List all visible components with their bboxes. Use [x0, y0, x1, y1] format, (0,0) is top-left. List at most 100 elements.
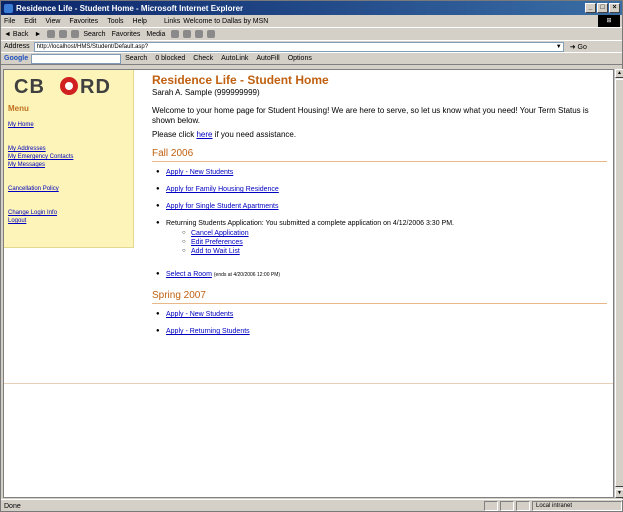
- select-room-link[interactable]: Select a Room: [166, 271, 212, 278]
- menu-help[interactable]: Help: [133, 18, 147, 25]
- menu-file[interactable]: File: [4, 18, 15, 25]
- window-title: Residence Life - Student Home - Microsof…: [16, 3, 244, 13]
- student-name: Sarah A. Sample (999999999): [152, 88, 260, 97]
- fall-2006-options: Apply - New Students Apply for Family Ho…: [156, 168, 607, 280]
- sidebar-link-emergency-contacts[interactable]: My Emergency Contacts: [8, 153, 133, 161]
- apply-new-students-link[interactable]: Apply - New Students: [166, 169, 233, 176]
- assist-suffix: if you need assistance.: [212, 130, 297, 139]
- assistance-link[interactable]: here: [196, 130, 212, 139]
- search-button[interactable]: Search: [83, 31, 105, 38]
- list-item: Apply - Returning Students: [156, 327, 607, 336]
- google-toolbar: Google Search 0 blocked Check AutoLink A…: [1, 52, 622, 65]
- cbord-logo: CB RD: [14, 74, 133, 98]
- print-icon[interactable]: [195, 30, 204, 38]
- scroll-down-icon[interactable]: ▼: [615, 489, 623, 498]
- history-icon[interactable]: [171, 30, 180, 38]
- close-button[interactable]: ×: [609, 3, 620, 13]
- windows-logo-icon: ⊞: [598, 15, 620, 27]
- edit-preferences-link[interactable]: Edit Preferences: [191, 239, 243, 246]
- maximize-button[interactable]: □: [597, 3, 608, 13]
- address-dropdown-icon[interactable]: ▼: [555, 43, 563, 51]
- spring-2007-options: Apply - New Students Apply - Returning S…: [156, 310, 607, 336]
- vertical-scrollbar[interactable]: ▲ ▼: [614, 69, 623, 498]
- list-item: Select a Room (ends at 4/20/2006 12:00 P…: [156, 270, 607, 280]
- autolink-button[interactable]: AutoLink: [221, 55, 248, 62]
- cancel-application-link[interactable]: Cancel Application: [191, 230, 249, 237]
- sidebar-link-my-home[interactable]: My Home: [8, 121, 133, 129]
- list-item: Edit Preferences: [182, 238, 607, 247]
- sidebar-link-my-addresses[interactable]: My Addresses: [8, 145, 133, 153]
- home-icon[interactable]: [71, 30, 80, 38]
- footer-divider: [4, 383, 613, 384]
- status-text: Done: [4, 502, 21, 510]
- scroll-up-icon[interactable]: ▲: [615, 69, 623, 78]
- refresh-icon[interactable]: [59, 30, 68, 38]
- sidebar-link-my-messages[interactable]: My Messages: [8, 161, 133, 169]
- apply-returning-students-link[interactable]: Apply - Returning Students: [166, 328, 250, 335]
- google-logo[interactable]: Google: [4, 55, 28, 62]
- back-label: Back: [12, 30, 29, 38]
- term-heading-spring-2007: Spring 2007: [152, 290, 607, 304]
- scrollbar-thumb[interactable]: [615, 79, 623, 487]
- svg-text:CB: CB: [14, 76, 45, 97]
- back-button[interactable]: ◄ Back: [4, 31, 28, 38]
- address-input[interactable]: http://localhost/HMS/Student/Default.asp…: [33, 41, 564, 52]
- apply-new-students-spring-link[interactable]: Apply - New Students: [166, 311, 233, 318]
- list-item: Apply for Family Housing Residence: [156, 185, 607, 194]
- apply-single-apartments-link[interactable]: Apply for Single Student Apartments: [166, 203, 278, 210]
- address-bar: Address http://localhost/HMS/Student/Def…: [1, 40, 622, 52]
- cbord-logo-icon: CB RD: [14, 76, 111, 97]
- list-item: Add to Wait List: [182, 247, 607, 256]
- list-item: Apply for Single Student Apartments: [156, 202, 607, 211]
- sidebar-link-logout[interactable]: Logout: [8, 217, 133, 225]
- sidebar-link-change-login[interactable]: Change Login Info: [8, 209, 133, 217]
- menu-bar: File Edit View Favorites Tools Help Link…: [1, 15, 622, 27]
- spell-check-button[interactable]: Check: [193, 55, 213, 62]
- svg-text:RD: RD: [80, 76, 111, 97]
- address-url: http://localhost/HMS/Student/Default.asp…: [36, 43, 149, 50]
- edit-icon[interactable]: [207, 30, 216, 38]
- menu-title: Menu: [8, 104, 29, 113]
- sidebar-link-cancellation-policy[interactable]: Cancellation Policy: [8, 185, 133, 193]
- list-item: Cancel Application: [182, 229, 607, 238]
- returning-application-status: Returning Students Application: You subm…: [166, 220, 454, 227]
- go-label: Go: [577, 43, 587, 51]
- status-panel: [484, 501, 498, 511]
- list-item: Apply - New Students: [156, 310, 607, 319]
- links-msn-item[interactable]: Welcome to Dallas by MSN: [183, 18, 268, 25]
- menu-tools[interactable]: Tools: [107, 18, 123, 25]
- stop-icon[interactable]: [47, 30, 56, 38]
- google-search-input[interactable]: [31, 53, 122, 64]
- media-button[interactable]: Media: [146, 31, 165, 38]
- favorites-button[interactable]: Favorites: [112, 31, 141, 38]
- mail-icon[interactable]: [183, 30, 192, 38]
- list-item: Apply - New Students: [156, 168, 607, 177]
- links-label[interactable]: Links: [164, 18, 180, 25]
- standard-toolbar: ◄ Back ► Search Favorites Media: [1, 27, 622, 40]
- google-search-button[interactable]: Search: [125, 55, 147, 62]
- forward-button[interactable]: ►: [34, 31, 41, 38]
- menu-edit[interactable]: Edit: [24, 18, 36, 25]
- options-button[interactable]: Options: [288, 55, 312, 62]
- browser-window: Residence Life - Student Home - Microsof…: [0, 0, 623, 512]
- assistance-text: Please click here if you need assistance…: [152, 130, 607, 140]
- autofill-button[interactable]: AutoFill: [256, 55, 279, 62]
- minimize-button[interactable]: _: [585, 3, 596, 13]
- sidebar: CB RD Menu My Home My Addresses My Emerg…: [4, 70, 134, 248]
- menu-view[interactable]: View: [45, 18, 60, 25]
- title-bar: Residence Life - Student Home - Microsof…: [1, 1, 622, 15]
- add-to-wait-list-link[interactable]: Add to Wait List: [191, 248, 240, 255]
- menu-favorites[interactable]: Favorites: [69, 18, 98, 25]
- page-viewport: CB RD Menu My Home My Addresses My Emerg…: [3, 69, 614, 498]
- popup-blocker-button[interactable]: 0 blocked: [155, 55, 185, 62]
- apply-family-housing-link[interactable]: Apply for Family Housing Residence: [166, 186, 279, 193]
- term-heading-fall-2006: Fall 2006: [152, 148, 607, 162]
- main-content: Residence Life - Student Home Sarah A. S…: [152, 72, 607, 344]
- status-panel: [516, 501, 530, 511]
- status-bar: Done Local intranet: [1, 499, 623, 512]
- page-title: Residence Life - Student Home: [152, 73, 329, 87]
- address-label: Address: [4, 43, 30, 50]
- ie-icon: [4, 3, 13, 13]
- application-actions: Cancel Application Edit Preferences Add …: [182, 229, 607, 256]
- go-button[interactable]: ➜ Go: [570, 43, 587, 51]
